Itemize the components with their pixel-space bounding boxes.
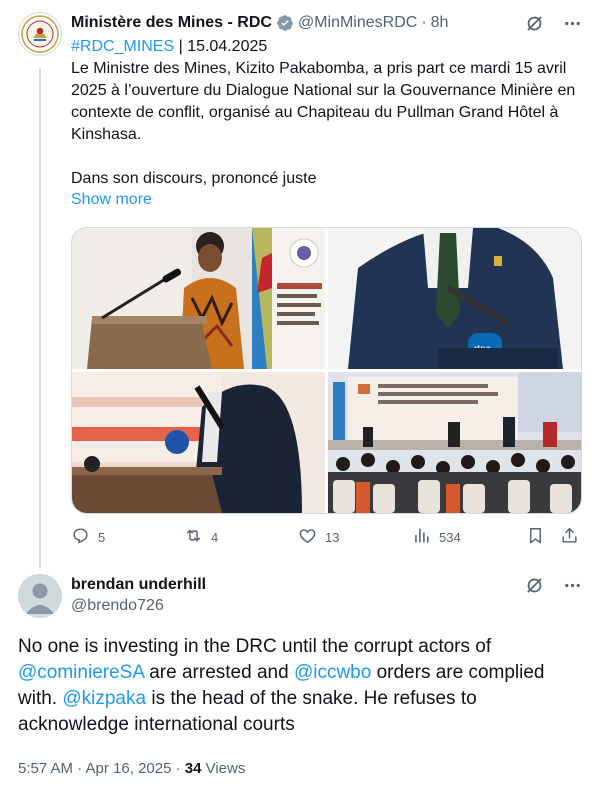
mention-link[interactable]: @kizpaka <box>62 688 146 709</box>
reply-views-count: 34 <box>184 760 202 777</box>
verified-badge-icon <box>276 14 294 32</box>
like-icon <box>298 526 317 548</box>
show-more-link[interactable]: Show more <box>71 191 152 209</box>
like-button[interactable]: 13 <box>298 526 339 548</box>
mention-link[interactable]: @cominiereSA <box>18 662 144 683</box>
reply-icon <box>71 526 90 548</box>
thread-connector-line <box>39 68 41 568</box>
share-button[interactable] <box>560 526 579 548</box>
coat-of-arms-logo <box>21 15 59 53</box>
reply-button[interactable]: 5 <box>71 526 105 548</box>
author-name[interactable]: Ministère des Mines - RDC <box>71 14 272 32</box>
reply-text-part: are arrested and <box>143 662 294 683</box>
header-separator: · <box>421 14 427 31</box>
more-icon[interactable] <box>562 575 582 595</box>
repost-button[interactable]: 4 <box>184 526 218 548</box>
tweet-paragraph-2: Dans son discours, prononcé juste <box>71 170 317 187</box>
tweet-text: #RDC_MINES | 15.04.2025 Le Ministre des … <box>71 36 581 190</box>
views-count: 534 <box>439 529 461 545</box>
repost-count: 4 <box>211 529 219 545</box>
reply-text-part: No one is investing in the DRC until the… <box>18 636 492 657</box>
hashtag-link[interactable]: #RDC_MINES <box>71 38 174 55</box>
author-handle[interactable]: @MinMinesRDC <box>298 14 417 32</box>
tweet-header: Ministère des Mines - RDC @MinMinesRDC ·… <box>71 12 582 34</box>
avatar-default[interactable] <box>18 574 62 618</box>
more-icon[interactable] <box>562 13 582 33</box>
reply-header: brendan underhill <box>71 574 582 596</box>
reply-author-handle[interactable]: @brendo726 <box>71 597 164 615</box>
grok-icon[interactable] <box>524 575 544 595</box>
reply-text: No one is investing in the DRC until the… <box>18 634 583 738</box>
photo-speaker-suit[interactable]: rtnc <box>328 228 581 369</box>
reply-timestamp[interactable]: 5:57 AM · Apr 16, 2025 · <box>18 760 185 777</box>
reply-views-label: Views <box>201 760 246 777</box>
reply-author-name[interactable]: brendan underhill <box>71 576 206 594</box>
tweet-action-bar: 5 4 13 534 <box>71 526 581 548</box>
bookmark-button[interactable] <box>526 526 545 548</box>
like-count: 13 <box>325 529 340 545</box>
photo-minister-speaking[interactable] <box>72 228 325 369</box>
reply-metadata: 5:57 AM · Apr 16, 2025 · 34 Views <box>18 760 245 777</box>
avatar-ministere[interactable] <box>18 12 62 56</box>
photo-speaker-at-podium[interactable] <box>72 372 325 513</box>
repost-icon <box>184 526 203 548</box>
bookmark-icon <box>526 526 545 548</box>
reply-count: 5 <box>98 529 106 545</box>
photo-conference-hall[interactable] <box>328 372 581 513</box>
tweet-paragraph-1: Le Ministre des Mines, Kizito Pakabomba,… <box>71 60 576 143</box>
views-icon <box>412 526 431 548</box>
grok-icon[interactable] <box>524 13 544 33</box>
views-button[interactable]: 534 <box>412 526 461 548</box>
default-user-icon <box>18 574 62 618</box>
share-icon <box>560 526 579 548</box>
media-grid: rtnc <box>71 227 582 514</box>
mention-link[interactable]: @iccwbo <box>294 662 371 683</box>
tweet-time[interactable]: 8h <box>431 14 449 32</box>
tweet-date: | 15.04.2025 <box>174 38 268 55</box>
